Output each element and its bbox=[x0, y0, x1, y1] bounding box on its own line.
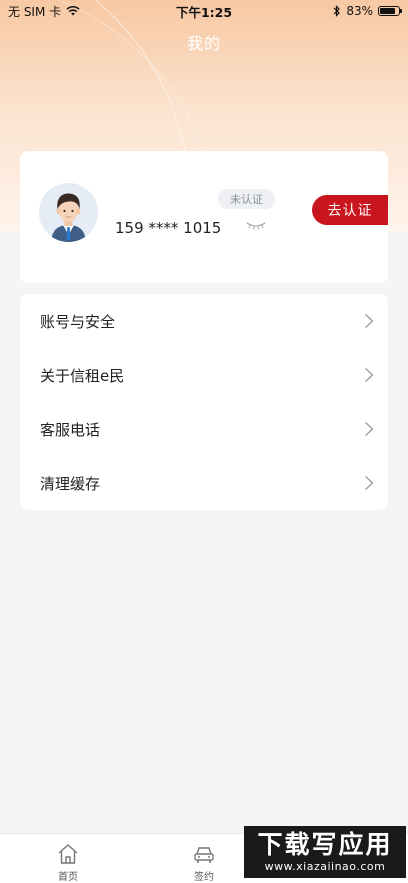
chevron-right-icon bbox=[365, 368, 374, 382]
status-right: 83% bbox=[333, 4, 402, 18]
chevron-right-icon bbox=[365, 422, 374, 436]
chevron-right-icon bbox=[365, 476, 374, 490]
menu-item-clear-cache[interactable]: 清理缓存 bbox=[20, 456, 388, 510]
menu-item-customer-service[interactable]: 客服电话 bbox=[20, 402, 388, 456]
watermark-title: 下载写应用 bbox=[257, 829, 393, 859]
menu-item-label: 清理缓存 bbox=[40, 474, 101, 493]
watermark-logo: 下载写应用 www.xiazaiinao.com bbox=[244, 826, 406, 878]
watermark-url: www.xiazaiinao.com bbox=[264, 859, 386, 873]
verify-button[interactable]: 去认证 bbox=[312, 195, 388, 225]
menu-item-label: 客服电话 bbox=[40, 420, 101, 439]
menu-item-about[interactable]: 关于信租e民 bbox=[20, 348, 388, 402]
profile-card: 159 **** 1015 未认证 去认证 bbox=[20, 151, 388, 283]
tab-label: 首页 bbox=[58, 872, 78, 883]
avatar[interactable] bbox=[39, 183, 98, 242]
wifi-icon bbox=[66, 6, 80, 16]
home-icon bbox=[58, 844, 78, 864]
car-icon bbox=[194, 847, 214, 863]
battery-percent: 83% bbox=[346, 4, 373, 18]
chevron-right-icon bbox=[365, 314, 374, 328]
status-bar: 无 SIM 卡 下午1:25 83% bbox=[0, 0, 408, 22]
phone-number: 159 **** 1015 bbox=[115, 219, 222, 237]
menu-card: 账号与安全 关于信租e民 客服电话 清理缓存 bbox=[20, 294, 388, 510]
battery-fill bbox=[380, 8, 395, 14]
tab-label: 签约 bbox=[194, 872, 214, 883]
tab-home[interactable]: 首页 bbox=[28, 834, 108, 883]
avatar-icon bbox=[39, 183, 98, 242]
page-title: 我的 bbox=[186, 34, 221, 53]
menu-item-account-security[interactable]: 账号与安全 bbox=[20, 294, 388, 348]
verify-status-badge: 未认证 bbox=[218, 189, 275, 209]
bluetooth-icon bbox=[333, 5, 341, 17]
tab-sign[interactable]: 签约 bbox=[164, 834, 244, 883]
menu-item-label: 账号与安全 bbox=[40, 312, 116, 331]
carrier-label: 无 SIM 卡 bbox=[8, 4, 62, 19]
battery-icon bbox=[378, 6, 402, 16]
eye-closed-icon[interactable] bbox=[246, 221, 266, 231]
menu-item-label: 关于信租e民 bbox=[40, 366, 125, 385]
status-left: 无 SIM 卡 bbox=[8, 3, 80, 20]
